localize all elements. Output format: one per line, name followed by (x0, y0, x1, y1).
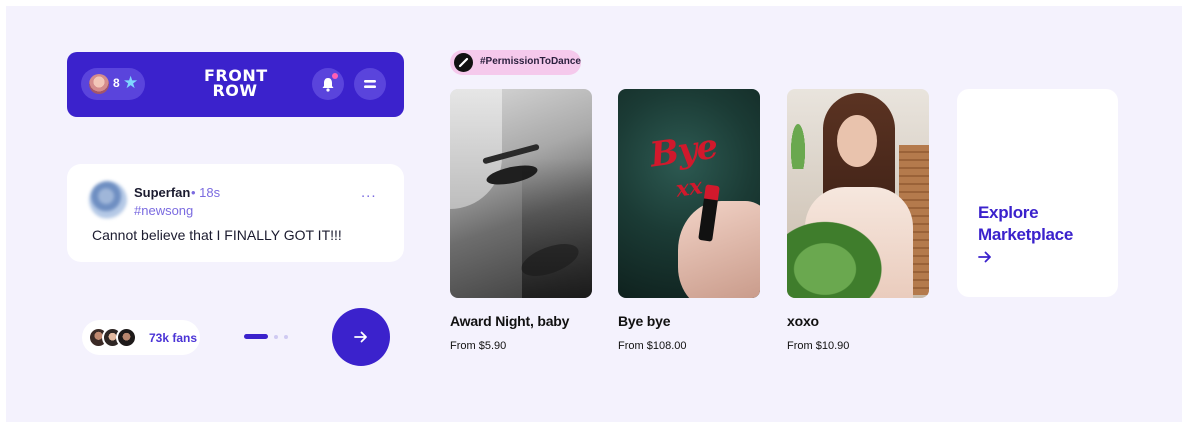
next-button[interactable] (332, 308, 390, 366)
product-card[interactable]: xoxo From $10.90 (787, 89, 929, 352)
fans-count: 73k fans (149, 331, 198, 345)
product-price: From $108.00 (618, 340, 687, 352)
post-author[interactable]: Superfan (134, 185, 190, 200)
hashtag-chip[interactable]: #PermissionToDance (450, 50, 581, 75)
post-card[interactable]: Superfan • 18s #newsong ... Cannot belie… (67, 164, 404, 262)
notifications-button[interactable] (312, 68, 344, 100)
post-author-avatar (89, 181, 127, 219)
mirror-writing-kisses: xx (674, 173, 704, 203)
post-hashtag[interactable]: #newsong (134, 203, 193, 218)
product-price: From $5.90 (450, 340, 507, 352)
user-avatar (89, 74, 109, 94)
frontrow-logo[interactable]: FRONT ROW (204, 68, 267, 100)
product-image: Bye xx (618, 89, 760, 298)
fan-avatar (116, 327, 137, 348)
post-text: Cannot believe that I FINALLY GOT IT!!! (92, 227, 342, 243)
fans-badge[interactable]: 73k fans (82, 320, 200, 355)
mirror-writing: Bye (647, 126, 720, 176)
product-image (450, 89, 592, 298)
hashtag-label: #PermissionToDance (480, 56, 581, 67)
product-title: Bye bye (618, 313, 671, 329)
product-title: Award Night, baby (450, 313, 570, 329)
logo-line-2: ROW (212, 81, 258, 100)
rank-count: 8 (113, 76, 120, 90)
explore-title: Explore Marketplace (978, 203, 1073, 244)
product-image (787, 89, 929, 298)
explore-marketplace-card[interactable]: Explore Marketplace (957, 89, 1118, 297)
more-options-icon[interactable]: ... (361, 185, 377, 200)
product-title: xoxo (787, 313, 819, 329)
top-bar: 8 ★ FRONT ROW (67, 52, 404, 117)
notification-dot (332, 73, 338, 79)
pen-icon (454, 53, 473, 72)
product-card[interactable]: Award Night, baby From $5.90 (450, 89, 592, 352)
arrow-right-icon (354, 331, 367, 343)
product-price: From $10.90 (787, 340, 850, 352)
pager-dot[interactable] (274, 335, 278, 339)
post-timestamp: • 18s (191, 185, 221, 200)
pager-dot[interactable] (284, 335, 288, 339)
pager-dot-active[interactable] (244, 334, 268, 339)
arrow-right-icon (978, 251, 991, 263)
product-card[interactable]: Bye xx Bye bye From $108.00 (618, 89, 760, 352)
rank-badge[interactable]: 8 ★ (81, 68, 145, 100)
star-icon: ★ (123, 73, 139, 92)
menu-icon (364, 80, 376, 88)
menu-button[interactable] (354, 68, 386, 100)
